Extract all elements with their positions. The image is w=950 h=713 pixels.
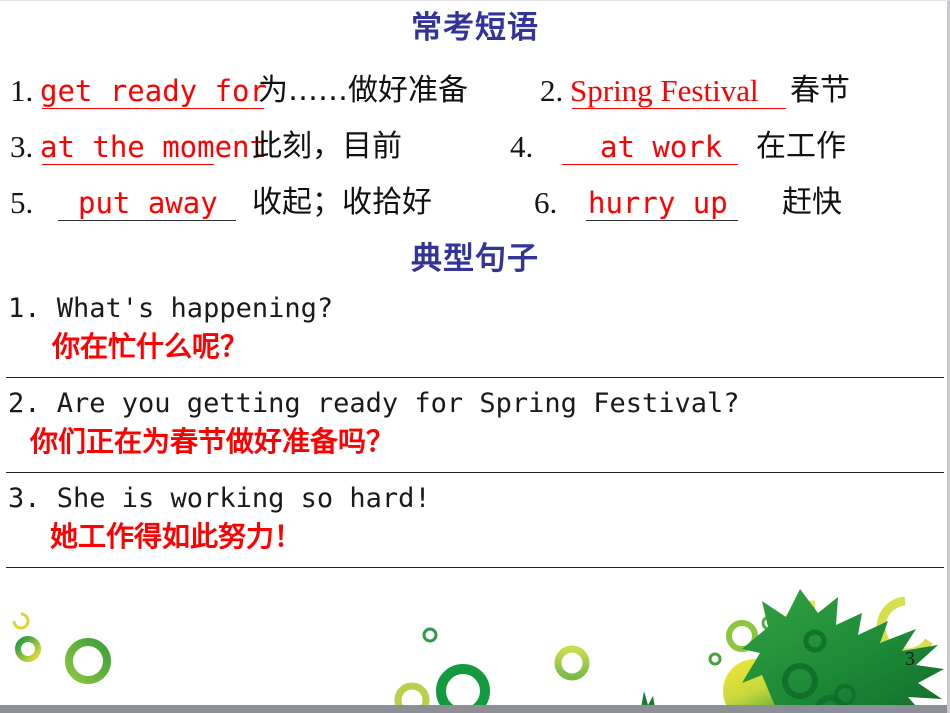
footer-bar [0,705,947,713]
page-title-sentences: 典型句子 [411,241,539,277]
phrase-chinese-2: 春节 [790,73,850,108]
phrase-english-1[interactable]: get ready for [40,65,267,117]
sentence-divider [6,567,944,568]
page-title-phrases: 常考短语 [411,10,539,46]
ring-icon [782,663,818,699]
phrase-chinese-5: 收起；收拾好 [252,185,432,220]
slide-canvas: 常考短语 1. get ready for 为……做好准备 2. Spring … [0,0,950,713]
ring-icon [803,629,827,653]
ring-icon [436,664,490,713]
ring-icon [394,682,430,713]
sentence-english-2: 2. Are you getting ready for Spring Fest… [8,388,740,419]
phrase-blank-rule-1 [42,108,264,109]
phrase-row: 3. at the moment 此刻，目前 4. at work 在工作 [0,121,947,173]
phrase-number-2: 2. [540,73,564,108]
ring-icon [65,638,111,684]
phrase-row: 1. get ready for 为……做好准备 2. Spring Festi… [0,65,947,117]
phrase-number-5: 5. [10,185,34,220]
phrase-chinese-3: 此刻，目前 [252,129,402,164]
phrase-chinese-6: 赶快 [782,185,842,220]
sentence-chinese-1: 你在忙什么呢？ [52,330,249,363]
footer-graphic-svg [12,589,944,713]
ball-decoration [723,659,787,713]
phrase-blank-rule-3 [42,164,214,165]
phrase-english-3[interactable]: at the moment [40,121,267,173]
ring-icon [554,645,590,681]
phrase-number-1: 1. [10,73,34,108]
phrase-blank-rule-6 [586,220,738,221]
phrase-row: 5. put away 收起；收拾好 6. hurry up 赶快 [0,177,947,229]
ring-icon [780,600,845,670]
ring-icon [12,612,30,630]
phrase-number-4: 4. [510,129,534,164]
footer-decoration [0,583,947,713]
phrase-chinese-1: 为……做好准备 [258,73,468,108]
ring-icon [726,620,758,652]
sentence-divider [6,377,944,378]
grass-icon [640,691,656,713]
sentence-divider [6,472,944,473]
ring-icon [422,627,438,643]
phrase-chinese-4: 在工作 [756,129,846,164]
ring-icon [814,695,846,713]
phrase-blank-rule-5 [58,220,236,221]
phrase-number-6: 6. [534,185,558,220]
ring-icon [876,596,933,658]
ring-icon [834,684,856,706]
phrase-english-5[interactable]: put away [78,177,218,229]
phrase-blank-rule-4 [562,164,738,165]
page-number: 3 [905,648,915,670]
sentence-english-1: 1. What's happening? [8,293,334,324]
phrase-english-4[interactable]: at work [600,121,722,173]
ring-icon [708,652,722,666]
sentence-english-3: 3. She is working so hard! [8,483,431,514]
phrase-english-6[interactable]: hurry up [588,177,728,229]
sentence-chinese-3: 她工作得如此努力！ [50,520,303,553]
ring-icon [761,615,777,631]
phrase-english-2[interactable]: Spring Festival [570,65,759,117]
ring-icon [15,636,41,662]
phrase-number-3: 3. [10,129,34,164]
ring-icon [764,637,780,653]
sentence-chinese-2: 你们正在为春节做好准备吗？ [30,425,395,458]
phrase-blank-rule-2 [572,108,786,109]
